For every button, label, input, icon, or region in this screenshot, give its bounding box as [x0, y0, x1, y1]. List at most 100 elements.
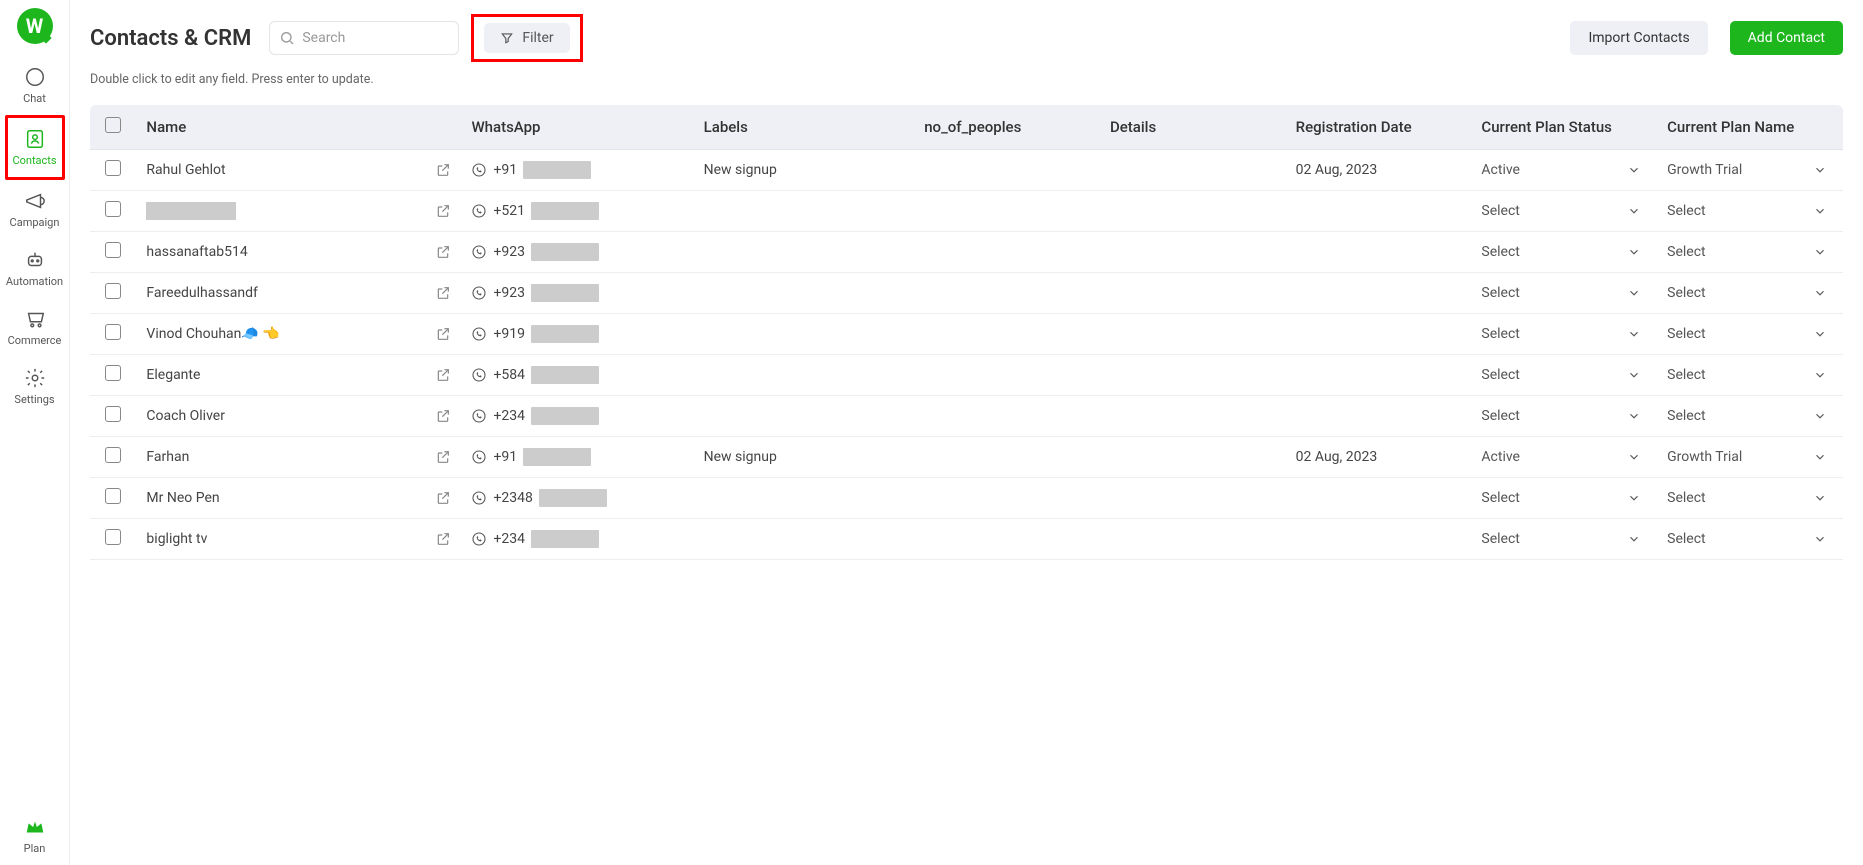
row-checkbox[interactable] — [105, 447, 121, 463]
col-plan[interactable]: Current Plan Name — [1657, 105, 1843, 150]
row-checkbox[interactable] — [105, 406, 121, 422]
contact-name[interactable]: Fareedulhassandf — [146, 285, 258, 301]
details-cell[interactable] — [1100, 355, 1286, 396]
people-cell[interactable] — [914, 150, 1100, 191]
app-logo[interactable]: W — [17, 8, 53, 44]
whatsapp-cell[interactable]: +584 — [471, 366, 683, 384]
filter-button[interactable]: Filter — [484, 23, 569, 53]
details-cell[interactable] — [1100, 273, 1286, 314]
status-select[interactable]: Select — [1481, 285, 1647, 301]
people-cell[interactable] — [914, 273, 1100, 314]
whatsapp-cell[interactable]: +2348 — [471, 489, 683, 507]
people-cell[interactable] — [914, 396, 1100, 437]
col-details[interactable]: Details — [1100, 105, 1286, 150]
open-external-icon[interactable] — [435, 490, 451, 506]
open-external-icon[interactable] — [435, 285, 451, 301]
plan-select[interactable]: Select — [1667, 203, 1833, 219]
status-select[interactable]: Select — [1481, 367, 1647, 383]
col-status[interactable]: Current Plan Status — [1471, 105, 1657, 150]
reg-date[interactable]: 02 Aug, 2023 — [1296, 449, 1378, 465]
sidebar-item-chat[interactable]: Chat — [5, 56, 65, 115]
col-people[interactable]: no_of_peoples — [914, 105, 1100, 150]
label-value[interactable]: New signup — [704, 449, 777, 465]
details-cell[interactable] — [1100, 437, 1286, 478]
contact-name[interactable]: Coach Oliver — [146, 408, 225, 424]
status-select[interactable]: Select — [1481, 408, 1647, 424]
plan-select[interactable]: Select — [1667, 408, 1833, 424]
row-checkbox[interactable] — [105, 242, 121, 258]
open-external-icon[interactable] — [435, 449, 451, 465]
select-all-checkbox[interactable] — [105, 117, 121, 133]
open-external-icon[interactable] — [435, 162, 451, 178]
whatsapp-cell[interactable]: +923 — [471, 243, 683, 261]
whatsapp-cell[interactable]: +91 — [471, 448, 683, 466]
sidebar-item-settings[interactable]: Settings — [5, 357, 65, 416]
details-cell[interactable] — [1100, 191, 1286, 232]
people-cell[interactable] — [914, 478, 1100, 519]
contact-name[interactable]: Farhan — [146, 449, 189, 465]
people-cell[interactable] — [914, 191, 1100, 232]
status-select[interactable]: Active — [1481, 162, 1647, 178]
open-external-icon[interactable] — [435, 326, 451, 342]
status-select[interactable]: Select — [1481, 326, 1647, 342]
people-cell[interactable] — [914, 519, 1100, 560]
whatsapp-cell[interactable]: +234 — [471, 407, 683, 425]
col-name[interactable]: Name — [136, 105, 461, 150]
sidebar-item-contacts[interactable]: Contacts — [5, 115, 65, 180]
details-cell[interactable] — [1100, 519, 1286, 560]
reg-date[interactable]: 02 Aug, 2023 — [1296, 162, 1378, 178]
status-select[interactable]: Active — [1481, 449, 1647, 465]
open-external-icon[interactable] — [435, 408, 451, 424]
plan-select[interactable]: Select — [1667, 490, 1833, 506]
open-external-icon[interactable] — [435, 203, 451, 219]
row-checkbox[interactable] — [105, 529, 121, 545]
status-select[interactable]: Select — [1481, 203, 1647, 219]
contact-name[interactable]: biglight tv — [146, 531, 207, 547]
plan-select[interactable]: Select — [1667, 244, 1833, 260]
row-checkbox[interactable] — [105, 160, 121, 176]
people-cell[interactable] — [914, 437, 1100, 478]
import-contacts-button[interactable]: Import Contacts — [1570, 21, 1707, 55]
row-checkbox[interactable] — [105, 201, 121, 217]
sidebar-item-campaign[interactable]: Campaign — [5, 180, 65, 239]
status-select[interactable]: Select — [1481, 490, 1647, 506]
whatsapp-cell[interactable]: +923 — [471, 284, 683, 302]
whatsapp-cell[interactable]: +91 — [471, 161, 683, 179]
details-cell[interactable] — [1100, 478, 1286, 519]
open-external-icon[interactable] — [435, 531, 451, 547]
add-contact-button[interactable]: Add Contact — [1730, 21, 1843, 55]
whatsapp-cell[interactable]: +919 — [471, 325, 683, 343]
row-checkbox[interactable] — [105, 488, 121, 504]
details-cell[interactable] — [1100, 232, 1286, 273]
row-checkbox[interactable] — [105, 324, 121, 340]
contact-name[interactable]: Mr Neo Pen — [146, 490, 219, 506]
open-external-icon[interactable] — [435, 367, 451, 383]
sidebar-item-automation[interactable]: Automation — [5, 239, 65, 298]
col-labels[interactable]: Labels — [694, 105, 915, 150]
sidebar-item-plan[interactable]: Plan — [24, 806, 46, 865]
plan-select[interactable]: Growth Trial — [1667, 449, 1833, 465]
people-cell[interactable] — [914, 355, 1100, 396]
plan-select[interactable]: Select — [1667, 367, 1833, 383]
status-select[interactable]: Select — [1481, 531, 1647, 547]
col-reg[interactable]: Registration Date — [1286, 105, 1472, 150]
open-external-icon[interactable] — [435, 244, 451, 260]
plan-select[interactable]: Select — [1667, 326, 1833, 342]
col-whatsapp[interactable]: WhatsApp — [461, 105, 693, 150]
contact-name[interactable]: hassanaftab514 — [146, 244, 247, 260]
contact-name[interactable]: Elegante — [146, 367, 200, 383]
contact-name[interactable]: Vinod Chouhan🧢 👈 — [146, 326, 279, 342]
people-cell[interactable] — [914, 314, 1100, 355]
contact-name[interactable]: Rahul Gehlot — [146, 162, 225, 178]
row-checkbox[interactable] — [105, 283, 121, 299]
plan-select[interactable]: Select — [1667, 285, 1833, 301]
plan-select[interactable]: Select — [1667, 531, 1833, 547]
people-cell[interactable] — [914, 232, 1100, 273]
whatsapp-cell[interactable]: +234 — [471, 530, 683, 548]
whatsapp-cell[interactable]: +521 — [471, 202, 683, 220]
row-checkbox[interactable] — [105, 365, 121, 381]
plan-select[interactable]: Growth Trial — [1667, 162, 1833, 178]
details-cell[interactable] — [1100, 150, 1286, 191]
sidebar-item-commerce[interactable]: Commerce — [5, 298, 65, 357]
search-input[interactable] — [269, 21, 459, 55]
